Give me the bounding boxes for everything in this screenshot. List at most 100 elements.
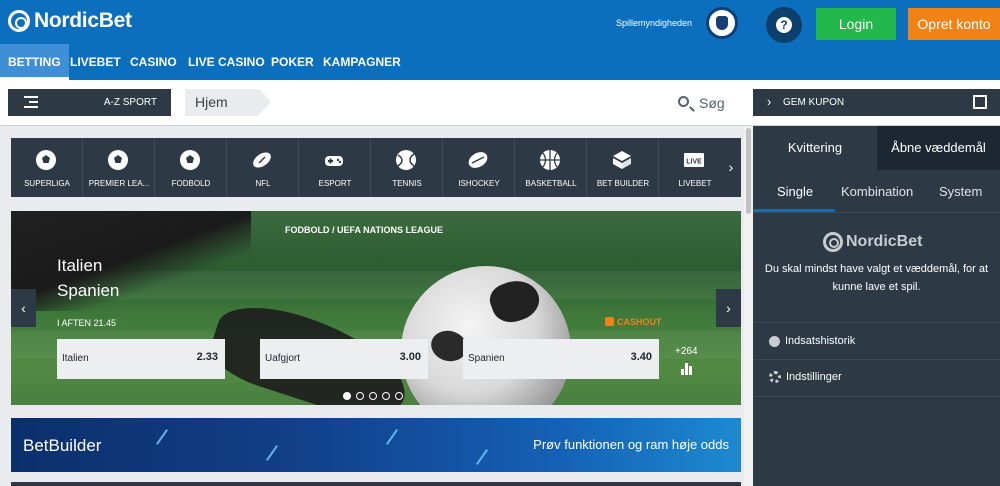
- slide-dot[interactable]: [369, 392, 377, 400]
- nav-poker[interactable]: POKER: [271, 44, 314, 80]
- banner-next-button[interactable]: ›: [716, 289, 741, 327]
- history-icon: [769, 335, 780, 347]
- sport-fodbold[interactable]: FODBOLD: [155, 138, 227, 197]
- brand-name: NordicBet: [34, 9, 132, 32]
- betslip-brand: NordicBet: [846, 233, 923, 250]
- subtab-single[interactable]: Single: [777, 184, 813, 199]
- betbuilder-subtitle: Prøv funktionen og ram høje odds: [533, 437, 729, 452]
- more-markets-link[interactable]: +264: [675, 346, 698, 357]
- sport-label: NFL: [255, 179, 271, 188]
- sport-premier-league[interactable]: PREMIER LEA...: [83, 138, 155, 197]
- settings-link[interactable]: Indstillinger: [769, 371, 842, 383]
- sport-label: BASKETBALL: [525, 179, 577, 188]
- slide-dot[interactable]: [395, 392, 403, 400]
- main-nav: BETTING LIVEBET CASINO LIVE CASINO POKER…: [0, 44, 1000, 80]
- question-icon: ?: [776, 17, 792, 33]
- odds-value: 2.33: [196, 351, 218, 363]
- sport-bet-builder[interactable]: BET BUILDER: [587, 138, 659, 197]
- divider: [753, 396, 1000, 397]
- odds-value: 3.00: [399, 351, 421, 363]
- sport-label: TENNIS: [392, 179, 422, 188]
- stats-icon[interactable]: [681, 363, 693, 375]
- empty-betslip-message: Du skal mindst have valgt et væddemål, f…: [764, 263, 989, 293]
- away-team: Spanien: [57, 281, 120, 300]
- sport-label: BET BUILDER: [596, 179, 650, 188]
- divider: [753, 212, 1000, 213]
- glow-streak: [266, 445, 278, 461]
- sport-nfl[interactable]: NFL: [227, 138, 299, 197]
- regulator-seal-icon[interactable]: [706, 7, 738, 39]
- bet-builder-icon: [613, 151, 631, 169]
- signup-button[interactable]: Opret konto: [908, 8, 1000, 40]
- search-input[interactable]: Søg: [699, 95, 725, 111]
- logo-mark-icon: [823, 232, 843, 252]
- bet-history-link[interactable]: Indsatshistorik: [769, 335, 855, 347]
- settings-label: Indstillinger: [786, 371, 842, 383]
- glow-streak: [386, 429, 398, 445]
- hockey-puck-icon: [468, 152, 488, 168]
- nav-live-casino[interactable]: LIVE CASINO: [188, 44, 265, 80]
- filter-lines-icon: [24, 96, 38, 108]
- sport-superliga[interactable]: SUPERLIGA: [11, 138, 83, 197]
- tab-kvittering[interactable]: Kvittering: [753, 126, 877, 170]
- sport-label: SUPERLIGA: [24, 179, 70, 188]
- bet-history-label: Indsatshistorik: [785, 335, 856, 347]
- slide-dot[interactable]: [356, 392, 364, 400]
- sports-next-button[interactable]: ›: [721, 138, 741, 197]
- save-coupon-button[interactable]: › GEM KUPON: [753, 89, 1000, 116]
- tab-open-bets[interactable]: Åbne væddemål: [877, 126, 1000, 170]
- save-coupon-label: GEM KUPON: [783, 97, 845, 108]
- banner-prev-button[interactable]: ‹: [11, 289, 36, 327]
- next-section-edge: [11, 482, 741, 486]
- sport-ishockey[interactable]: ISHOCKEY: [443, 138, 515, 197]
- ticket-icon[interactable]: [973, 95, 987, 109]
- betbuilder-promo[interactable]: BetBuilder Prøv funktionen og ram høje o…: [11, 418, 741, 472]
- basketball-icon: [540, 150, 560, 170]
- odds-button-away[interactable]: Spanien 3.40: [463, 339, 659, 379]
- sport-label: ESPORT: [318, 179, 352, 188]
- gear-icon: [769, 371, 781, 383]
- football-icon: [36, 150, 56, 170]
- az-sport-button[interactable]: A-Z SPORT: [8, 89, 171, 116]
- regulator-label[interactable]: Spillemyndigheden: [616, 18, 692, 28]
- help-button[interactable]: ?: [766, 7, 802, 43]
- glow-streak: [156, 429, 168, 445]
- odds-outcome: Spanien: [468, 353, 505, 364]
- slide-dot[interactable]: [343, 392, 351, 400]
- match-league: FODBOLD / UEFA NATIONS LEAGUE: [285, 225, 444, 235]
- betslip-logo: NordicBet: [823, 232, 922, 252]
- nav-kampagner[interactable]: KAMPAGNER: [323, 44, 401, 80]
- slide-indicator: [343, 387, 408, 405]
- sport-label: FODBOLD: [171, 179, 211, 188]
- breadcrumb-arrow: [259, 89, 271, 115]
- featured-match-banner[interactable]: FODBOLD / UEFA NATIONS LEAGUE Italien Sp…: [11, 211, 741, 405]
- breadcrumb-home[interactable]: Hjem: [185, 89, 259, 116]
- cashout-badge: CASHOUT: [605, 317, 662, 327]
- nav-betting[interactable]: BETTING: [0, 44, 69, 80]
- odds-button-draw[interactable]: Uafgjort 3.00: [260, 339, 428, 379]
- home-team: Italien: [57, 256, 103, 275]
- odds-outcome: Italien: [62, 353, 89, 364]
- nav-casino[interactable]: CASINO: [130, 44, 177, 80]
- american-football-icon: [253, 152, 271, 168]
- betbuilder-title: BetBuilder: [23, 436, 102, 455]
- logo-mark-icon: [8, 10, 30, 32]
- cashout-label: CASHOUT: [617, 317, 662, 327]
- chevron-right-icon: ›: [767, 94, 772, 109]
- subtab-kombination[interactable]: Kombination: [841, 184, 913, 199]
- search-icon[interactable]: [678, 96, 689, 107]
- sport-basketball[interactable]: BASKETBALL: [515, 138, 587, 197]
- sport-tennis[interactable]: TENNIS: [371, 138, 443, 197]
- slide-dot[interactable]: [382, 392, 390, 400]
- sport-label: PREMIER LEA...: [88, 179, 150, 188]
- sport-label: ISHOCKEY: [458, 179, 500, 188]
- scrollbar-thumb[interactable]: [746, 128, 751, 214]
- login-button[interactable]: Login: [816, 8, 896, 40]
- nordicbet-logo[interactable]: NordicBet: [8, 9, 132, 33]
- odds-button-home[interactable]: Italien 2.33: [57, 339, 225, 379]
- subtab-system[interactable]: System: [939, 184, 982, 199]
- az-sport-label: A-Z SPORT: [103, 97, 157, 108]
- nav-livebet[interactable]: LIVEBET: [70, 44, 121, 80]
- sport-esport[interactable]: ESPORT: [299, 138, 371, 197]
- glow-streak: [476, 449, 488, 465]
